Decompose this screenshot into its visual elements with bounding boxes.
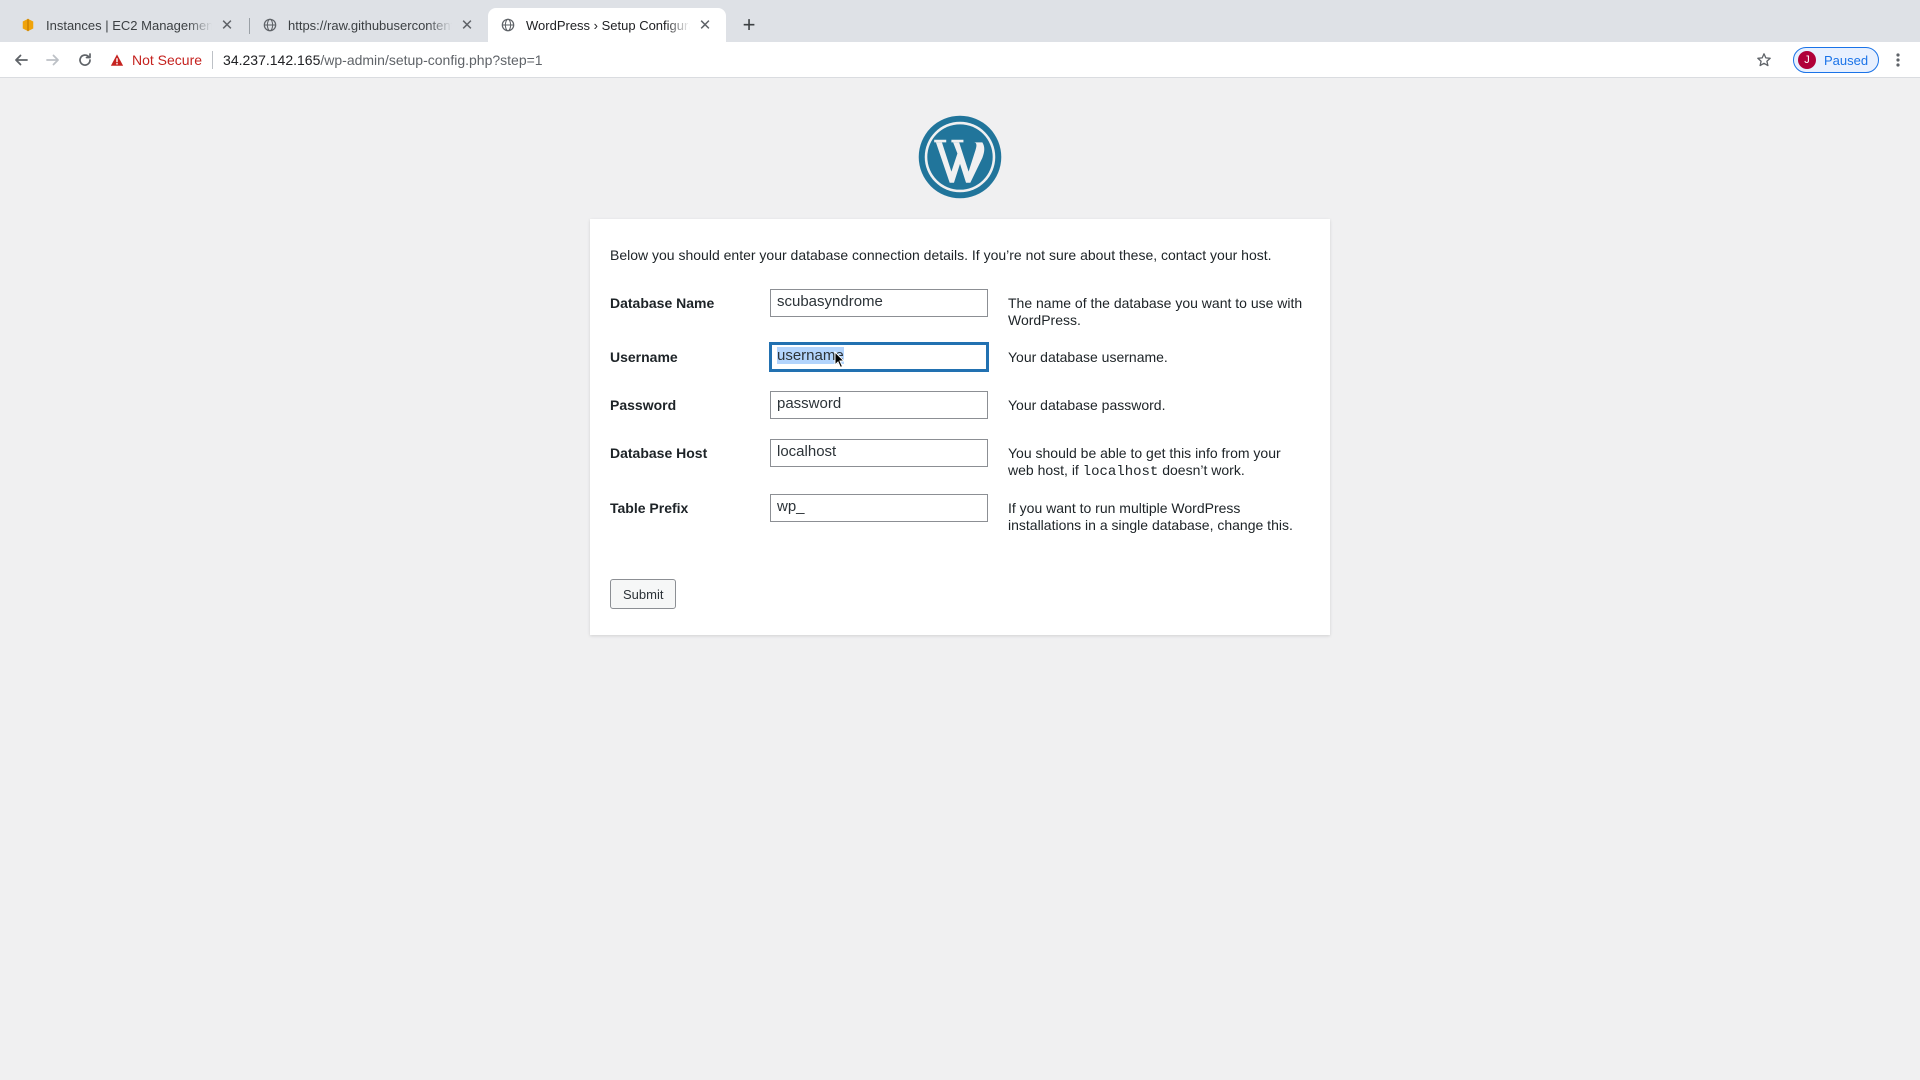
arrow-right-icon	[46, 54, 59, 66]
database-name-help: The name of the database you want to use…	[1008, 295, 1303, 328]
username-help: Your database username.	[1008, 349, 1168, 365]
forward-button[interactable]	[40, 47, 66, 73]
arrow-left-icon	[15, 54, 28, 66]
intro-text: Below you should enter your database con…	[610, 247, 1272, 263]
tab-title: https://raw.githubusercontent.com	[288, 17, 452, 33]
browser-menu-button[interactable]	[1888, 47, 1908, 73]
wordpress-logo-icon	[918, 115, 1002, 199]
username-label: Username	[610, 349, 678, 365]
tab-wordpress-setup[interactable]: WordPress › Setup Configuration File ✕	[488, 8, 726, 42]
profile-status: Paused	[1824, 52, 1869, 68]
table-prefix-input[interactable]: wp_	[770, 494, 988, 522]
tab-strip: Instances | EC2 Management Console ✕ htt…	[0, 0, 1920, 42]
close-icon[interactable]: ✕	[218, 16, 236, 34]
password-help: Your database password.	[1008, 397, 1166, 413]
security-label: Not Secure	[132, 52, 203, 68]
reload-button[interactable]	[72, 47, 98, 73]
omnibox-separator	[212, 51, 214, 69]
avatar: J	[1798, 51, 1816, 69]
table-prefix-help: If you want to run multiple WordPress in…	[1008, 500, 1293, 533]
more-vert-icon	[1896, 53, 1900, 67]
browser-toolbar: Not Secure 34.237.142.165/wp-admin/setup…	[0, 42, 1920, 78]
globe-icon	[262, 17, 278, 33]
database-name-label: Database Name	[610, 295, 715, 311]
password-label: Password	[610, 397, 677, 413]
tab-title: Instances | EC2 Management Console	[46, 17, 212, 33]
security-indicator[interactable]: Not Secure	[110, 52, 202, 68]
globe-icon	[500, 17, 516, 33]
close-icon[interactable]: ✕	[458, 16, 476, 34]
localhost-code: localhost	[1082, 464, 1159, 480]
address-bar[interactable]: Not Secure 34.237.142.165/wp-admin/setup…	[110, 45, 1770, 75]
database-host-help: You should be able to get this info from…	[1008, 445, 1281, 480]
username-input[interactable]: username	[770, 343, 988, 371]
aws-box-icon	[20, 17, 36, 33]
new-tab-button[interactable]: +	[736, 12, 762, 38]
database-host-input[interactable]: localhost	[770, 439, 988, 467]
setup-config-card: Below you should enter your database con…	[590, 219, 1330, 635]
warning-triangle-icon	[110, 54, 124, 66]
tab-title: WordPress › Setup Configuration File	[526, 17, 690, 33]
password-input[interactable]: password	[770, 391, 988, 419]
url-path: /wp-admin/setup-config.php?step=1	[320, 52, 543, 68]
star-icon	[1757, 53, 1771, 67]
table-prefix-label: Table Prefix	[610, 500, 689, 516]
close-icon[interactable]: ✕	[696, 16, 714, 34]
submit-button[interactable]: Submit	[610, 579, 677, 609]
database-host-label: Database Host	[610, 445, 708, 461]
database-name-input[interactable]: scubasyndrome	[770, 289, 988, 317]
tab-ec2-instances[interactable]: Instances | EC2 Management Console ✕	[8, 8, 248, 42]
profile-button[interactable]: J Paused	[1793, 47, 1880, 73]
mouse-pointer-icon	[834, 351, 846, 369]
url-host: 34.237.142.165	[223, 52, 321, 68]
bookmark-star-button[interactable]	[1751, 47, 1777, 73]
tab-raw-githubusercontent[interactable]: https://raw.githubusercontent.com ✕	[250, 8, 488, 42]
back-button[interactable]	[8, 47, 34, 73]
reload-icon	[79, 53, 91, 66]
